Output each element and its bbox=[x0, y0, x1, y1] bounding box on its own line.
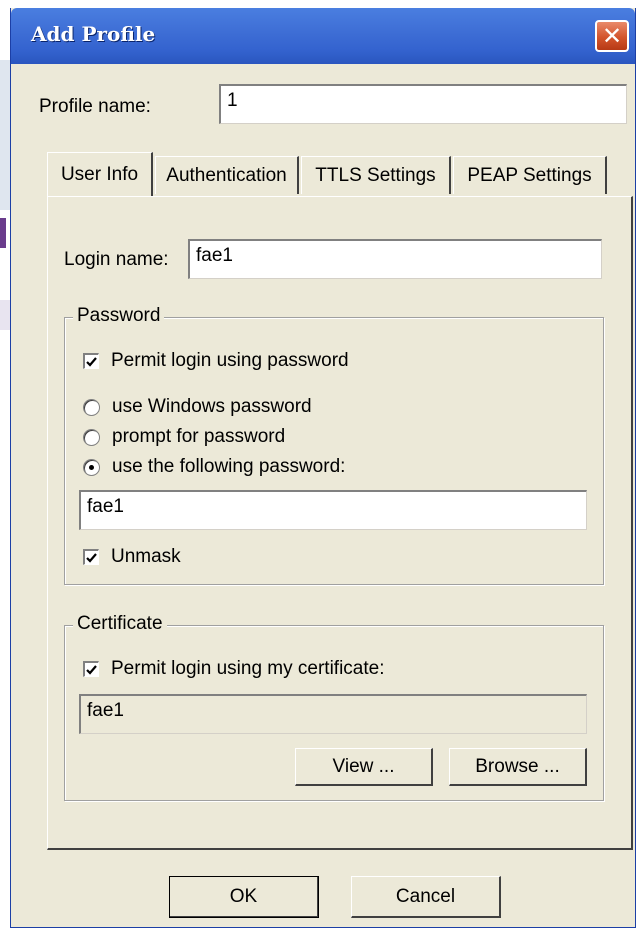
tab-peap-settings[interactable]: PEAP Settings bbox=[453, 156, 607, 194]
unmask-check-icon bbox=[83, 549, 99, 565]
certificate-group-title: Certificate bbox=[73, 613, 167, 635]
cancel-button-label: Cancel bbox=[395, 885, 456, 907]
background-window-mark bbox=[0, 218, 6, 248]
view-button-label: View ... bbox=[332, 755, 395, 777]
radio-windows-password[interactable]: use Windows password bbox=[83, 396, 312, 418]
background-window-edge bbox=[0, 0, 10, 936]
radio-following-icon bbox=[83, 458, 100, 476]
ok-button[interactable]: OK bbox=[169, 876, 319, 918]
title-bar[interactable]: Add Profile ✕ bbox=[11, 8, 635, 64]
tab-authentication-label: Authentication bbox=[166, 164, 287, 186]
cancel-button[interactable]: Cancel bbox=[351, 876, 501, 918]
unmask-label: Unmask bbox=[111, 546, 181, 567]
radio-windows-icon bbox=[83, 398, 100, 416]
certificate-group: Certificate Permit login using my certif… bbox=[64, 613, 604, 801]
radio-windows-label: use Windows password bbox=[112, 396, 312, 417]
add-profile-dialog: Add Profile ✕ Profile name: 1 User Info … bbox=[10, 8, 636, 928]
certificate-field: fae1 bbox=[79, 694, 587, 734]
radio-prompt-icon bbox=[83, 428, 100, 446]
tab-ttls-settings-label: TTLS Settings bbox=[315, 164, 436, 186]
tab-user-info[interactable]: User Info bbox=[47, 152, 153, 196]
password-group: Password Permit login using password use… bbox=[64, 305, 604, 585]
tab-strip: User Info Authentication TTLS Settings P… bbox=[47, 152, 607, 196]
tab-ttls-settings[interactable]: TTLS Settings bbox=[301, 156, 451, 194]
tab-user-info-label: User Info bbox=[60, 163, 139, 185]
password-input[interactable]: fae1 bbox=[79, 490, 587, 530]
permit-password-label: Permit login using password bbox=[111, 350, 349, 371]
view-button[interactable]: View ... bbox=[295, 748, 433, 786]
close-button[interactable]: ✕ bbox=[595, 20, 629, 52]
unmask-checkbox[interactable]: Unmask bbox=[83, 546, 181, 568]
window-title: Add Profile bbox=[31, 22, 156, 46]
radio-following-label: use the following password: bbox=[112, 456, 346, 477]
permit-certificate-checkbox[interactable]: Permit login using my certificate: bbox=[83, 658, 385, 680]
browse-button[interactable]: Browse ... bbox=[449, 748, 587, 786]
permit-certificate-check-icon bbox=[83, 661, 99, 677]
close-icon: ✕ bbox=[601, 22, 623, 50]
tab-authentication[interactable]: Authentication bbox=[155, 156, 299, 194]
browse-button-label: Browse ... bbox=[475, 755, 560, 777]
ok-button-label: OK bbox=[229, 885, 258, 907]
login-name-label: Login name: bbox=[64, 249, 169, 270]
permit-password-checkbox[interactable]: Permit login using password bbox=[83, 350, 349, 372]
radio-following-password[interactable]: use the following password: bbox=[83, 456, 345, 478]
user-info-panel: Login name: fae1 Password Permit login u… bbox=[47, 196, 633, 850]
tab-peap-settings-label: PEAP Settings bbox=[467, 164, 592, 186]
profile-name-label: Profile name: bbox=[39, 96, 151, 117]
profile-name-input[interactable]: 1 bbox=[219, 84, 627, 124]
password-group-title: Password bbox=[73, 305, 165, 327]
login-name-input[interactable]: fae1 bbox=[188, 239, 602, 279]
radio-prompt-label: prompt for password bbox=[112, 426, 286, 447]
permit-password-check-icon bbox=[83, 353, 99, 369]
radio-prompt-password[interactable]: prompt for password bbox=[83, 426, 285, 448]
permit-certificate-label: Permit login using my certificate: bbox=[111, 658, 385, 679]
